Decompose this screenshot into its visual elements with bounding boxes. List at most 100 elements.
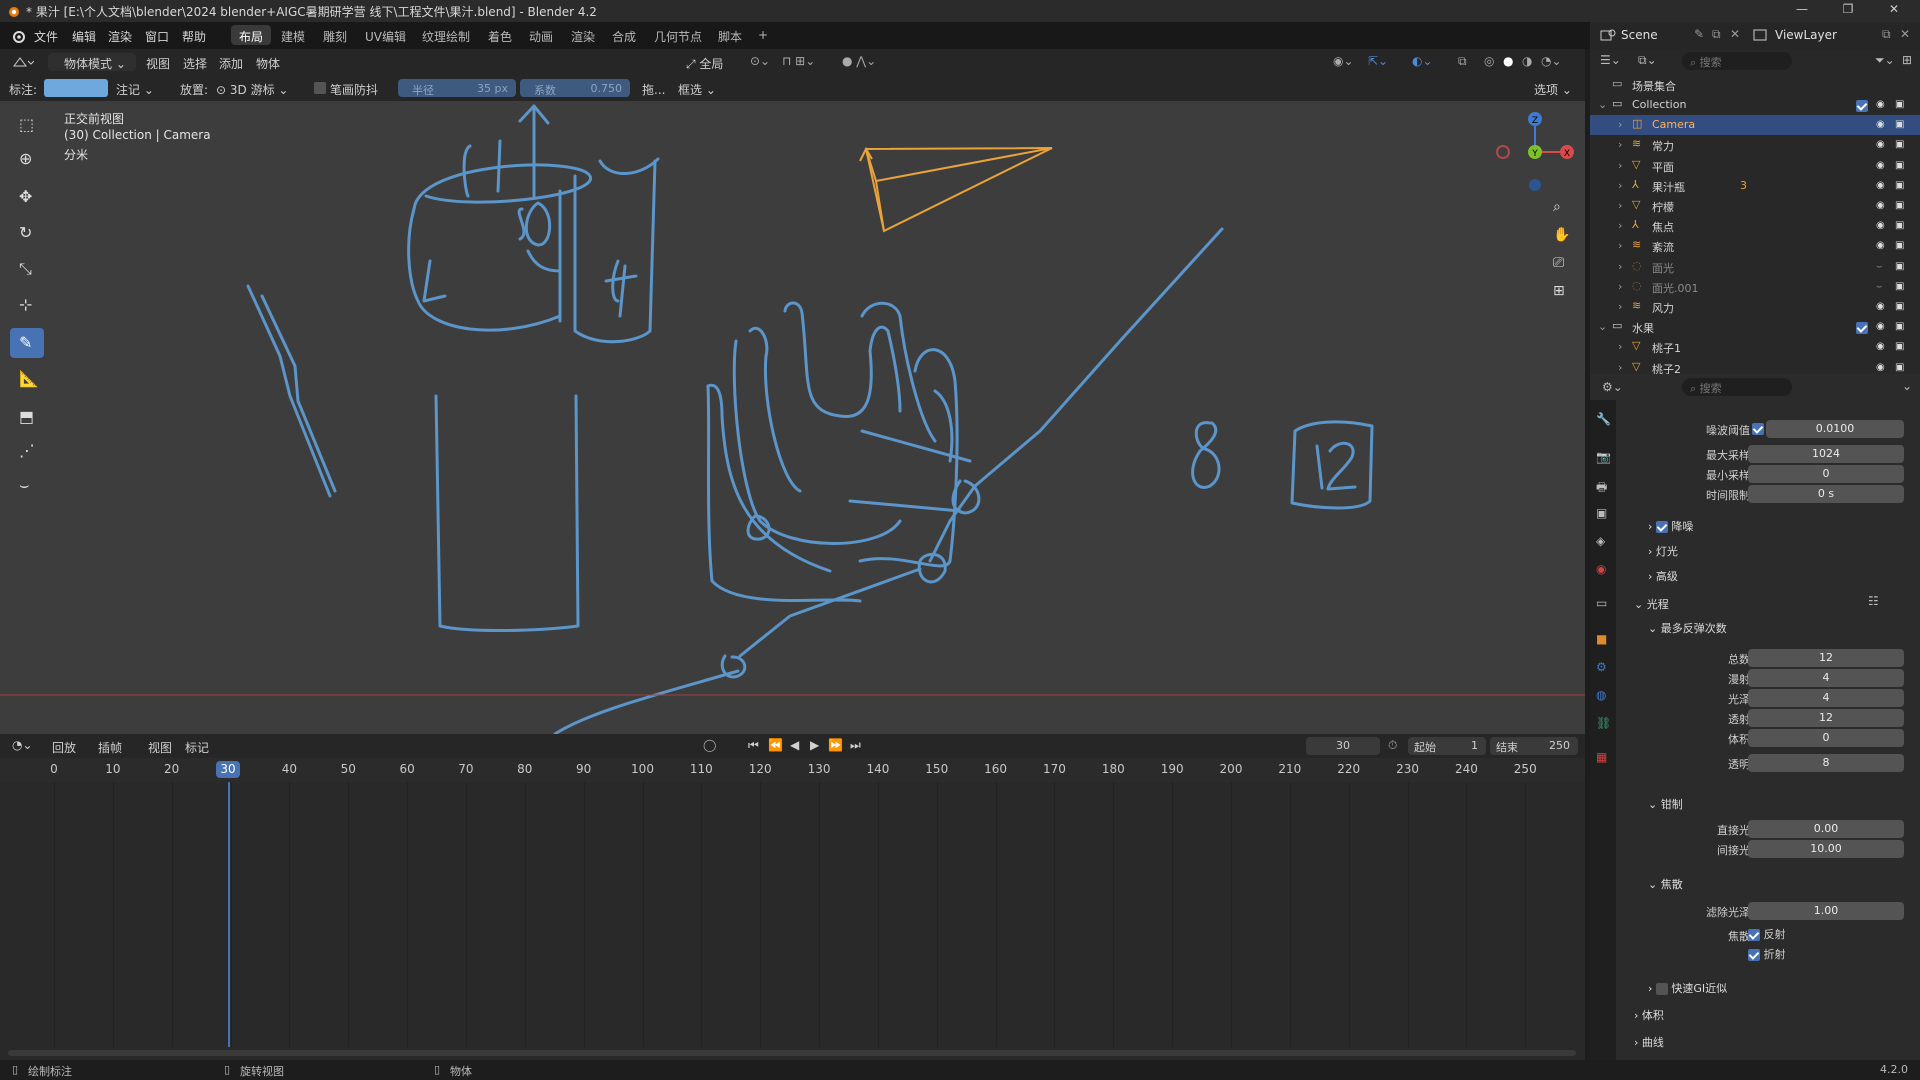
visibility-eye-icon[interactable]: ◉ xyxy=(1876,341,1888,353)
display-mode-icon[interactable]: ⧉⌄ xyxy=(1638,53,1657,68)
render-camera-icon[interactable]: ▣ xyxy=(1895,362,1907,374)
orientation-dropdown[interactable]: ⤢ 全局 ⌄ xyxy=(680,53,740,86)
light-paths-presets-icon[interactable]: ☷ xyxy=(1868,594,1879,608)
wireframe-shading-icon[interactable]: ◎ xyxy=(1484,54,1494,68)
output-tab-icon[interactable]: 🖶 xyxy=(1596,478,1607,499)
new-collection-icon[interactable]: ⊞ xyxy=(1902,53,1912,67)
menu-edit[interactable]: 编辑 xyxy=(72,28,96,45)
next-key-icon[interactable]: ⏩ xyxy=(828,738,843,752)
timeline-scrollbar[interactable] xyxy=(8,1050,1576,1056)
caustics-panel-header[interactable]: ⌄ 焦散 xyxy=(1648,876,1683,892)
menu-object[interactable]: 物体 xyxy=(256,55,280,72)
physics-tab-icon[interactable]: ◍ xyxy=(1596,688,1606,702)
outliner-search-input[interactable]: ⌕ 搜索 xyxy=(1682,52,1792,70)
light-paths-panel-header[interactable]: ⌄ 光程 xyxy=(1634,596,1669,612)
texture-tab-icon[interactable]: ▦ xyxy=(1596,750,1607,764)
time-limit-field[interactable]: 0 s xyxy=(1748,485,1904,503)
menu-window[interactable]: 窗口 xyxy=(145,28,169,45)
bounce-field[interactable]: 8 xyxy=(1748,754,1904,772)
bounce-field[interactable]: 0 xyxy=(1748,729,1904,747)
pan-hand-icon[interactable]: ✋ xyxy=(1553,227,1570,243)
clamp-panel-header[interactable]: ⌄ 钳制 xyxy=(1648,796,1683,812)
tab-geometry-nodes[interactable]: 几何节点 xyxy=(646,25,710,45)
render-camera-icon[interactable]: ▣ xyxy=(1895,240,1907,252)
visibility-icon[interactable]: ◉⌄ xyxy=(1333,54,1354,68)
prev-key-icon[interactable]: ⏪ xyxy=(768,738,783,752)
menu-render[interactable]: 渲染 xyxy=(108,28,132,45)
visibility-eye-icon[interactable]: ◉ xyxy=(1876,99,1888,111)
render-camera-icon[interactable]: ▣ xyxy=(1895,160,1907,172)
rendered-shading-icon[interactable]: ◔⌄ xyxy=(1541,54,1562,68)
playhead-line[interactable] xyxy=(228,782,230,1047)
view-layer-name[interactable]: ViewLayer xyxy=(1775,28,1837,42)
property-field[interactable]: 10.00 xyxy=(1748,840,1904,858)
outliner-row[interactable]: › ≋ 常力 ◉ ▣ xyxy=(1590,135,1920,155)
volumes-panel-header[interactable]: › 体积 xyxy=(1634,1007,1664,1023)
property-field[interactable]: 0.00 xyxy=(1748,820,1904,838)
denoise-checkbox[interactable] xyxy=(1655,521,1668,533)
outliner-row[interactable]: ⌄ ▭ 水果 ◉ ▣ xyxy=(1590,317,1920,337)
render-camera-icon[interactable]: ▣ xyxy=(1895,139,1907,151)
menu-playback[interactable]: 回放 xyxy=(52,739,76,756)
menu-file[interactable]: 文件 xyxy=(34,28,58,45)
stabilize-checkbox[interactable] xyxy=(314,82,326,94)
constraints-tab-icon[interactable]: ⛓ xyxy=(1596,716,1611,730)
modifiers-tab-icon[interactable]: ⚙ xyxy=(1596,660,1607,674)
placement-dropdown[interactable]: ⊙ 3D 游标 ⌄ xyxy=(210,79,306,97)
expand-icon[interactable]: › xyxy=(1618,199,1622,212)
expand-icon[interactable]: › xyxy=(1618,179,1622,192)
tab-layout[interactable]: 布局 xyxy=(231,25,272,45)
refractive-toggle[interactable]: 折射 xyxy=(1748,946,1786,964)
outliner-row[interactable]: › ≋ 风力 ◉ ▣ xyxy=(1590,297,1920,317)
filter-glossy-field[interactable]: 1.00 xyxy=(1748,902,1904,920)
material-shading-icon[interactable]: ◑ xyxy=(1522,54,1532,68)
visibility-eye-icon[interactable]: ◉ xyxy=(1876,362,1888,374)
expand-icon[interactable]: › xyxy=(1618,300,1622,313)
jump-start-icon[interactable]: ⏮ xyxy=(748,738,759,753)
proportional-edit-icon[interactable]: ● ⋀⌄ xyxy=(842,54,876,68)
render-camera-icon[interactable]: ▣ xyxy=(1895,99,1907,111)
tab-compositing[interactable]: 合成 xyxy=(604,25,644,45)
outliner-row[interactable]: ⌄ ▭ Collection ◉ ▣ xyxy=(1590,95,1920,115)
menu-keying[interactable]: 插帧 xyxy=(98,739,122,756)
pivot-icon[interactable]: ⊙⌄ xyxy=(750,54,770,68)
outliner-row[interactable]: › ▽ 桃子1 ◉ ▣ xyxy=(1590,337,1920,357)
minimize-icon[interactable]: — xyxy=(1787,2,1817,20)
denoise-panel-header[interactable]: › 降噪 xyxy=(1648,518,1693,534)
scene-name[interactable]: Scene xyxy=(1621,28,1658,42)
expand-icon[interactable]: › xyxy=(1618,340,1622,353)
bounce-field[interactable]: 4 xyxy=(1748,669,1904,687)
properties-search-input[interactable]: ⌕ 搜索 xyxy=(1682,378,1792,396)
jump-end-icon[interactable]: ⏭ xyxy=(850,738,861,753)
expand-icon[interactable]: › xyxy=(1618,280,1622,293)
render-camera-icon[interactable]: ▣ xyxy=(1895,341,1907,353)
render-camera-icon[interactable]: ▣ xyxy=(1895,301,1907,313)
tab-shading[interactable]: 着色 xyxy=(480,25,520,45)
menu-marker[interactable]: 标记 xyxy=(185,739,209,756)
play-reverse-icon[interactable]: ◀ xyxy=(790,738,799,752)
render-tab-icon[interactable]: 📷 xyxy=(1596,450,1611,464)
tab-animation[interactable]: 动画 xyxy=(521,25,561,45)
delete-scene-icon[interactable]: ✕ xyxy=(1730,27,1740,41)
select-dropdown[interactable]: 框选 ⌄ xyxy=(672,79,722,97)
maximize-icon[interactable]: ❐ xyxy=(1833,2,1863,20)
tab-uv-editing[interactable]: UV编辑 xyxy=(357,25,414,45)
reflective-checkbox[interactable] xyxy=(1748,929,1760,941)
annotation-color-swatch[interactable] xyxy=(44,79,108,97)
min-samples-field[interactable]: 0 xyxy=(1748,465,1904,483)
reflective-toggle[interactable]: 反射 xyxy=(1748,926,1786,944)
visibility-eye-icon[interactable]: ⌣ xyxy=(1876,261,1888,273)
render-camera-icon[interactable]: ▣ xyxy=(1895,119,1907,131)
visibility-eye-icon[interactable]: ◉ xyxy=(1876,180,1888,192)
max-bounces-panel-header[interactable]: ⌄ 最多反弹次数 xyxy=(1648,620,1727,636)
world-tab-icon[interactable]: ◉ xyxy=(1596,562,1606,576)
tab-modeling[interactable]: 建模 xyxy=(273,25,313,45)
render-camera-icon[interactable]: ▣ xyxy=(1895,261,1907,273)
render-camera-icon[interactable]: ▣ xyxy=(1895,200,1907,212)
timeline-editor-icon[interactable]: ◔⌄ xyxy=(12,738,33,752)
3d-viewport[interactable]: 正交前视图 (30) Collection | Camera 分米 Z X Y … xyxy=(0,101,1585,734)
frame-ruler[interactable]: 0 10 20 30 40 50 60 70 80 90 100 110 120 130 140 150 160… xyxy=(0,758,1585,782)
scale-icon[interactable]: ⤡ xyxy=(10,254,44,284)
annotate-tool-icon[interactable]: ✎ xyxy=(10,328,44,358)
outliner-row[interactable]: › ▽ 柠檬 ◉ ▣ xyxy=(1590,196,1920,216)
